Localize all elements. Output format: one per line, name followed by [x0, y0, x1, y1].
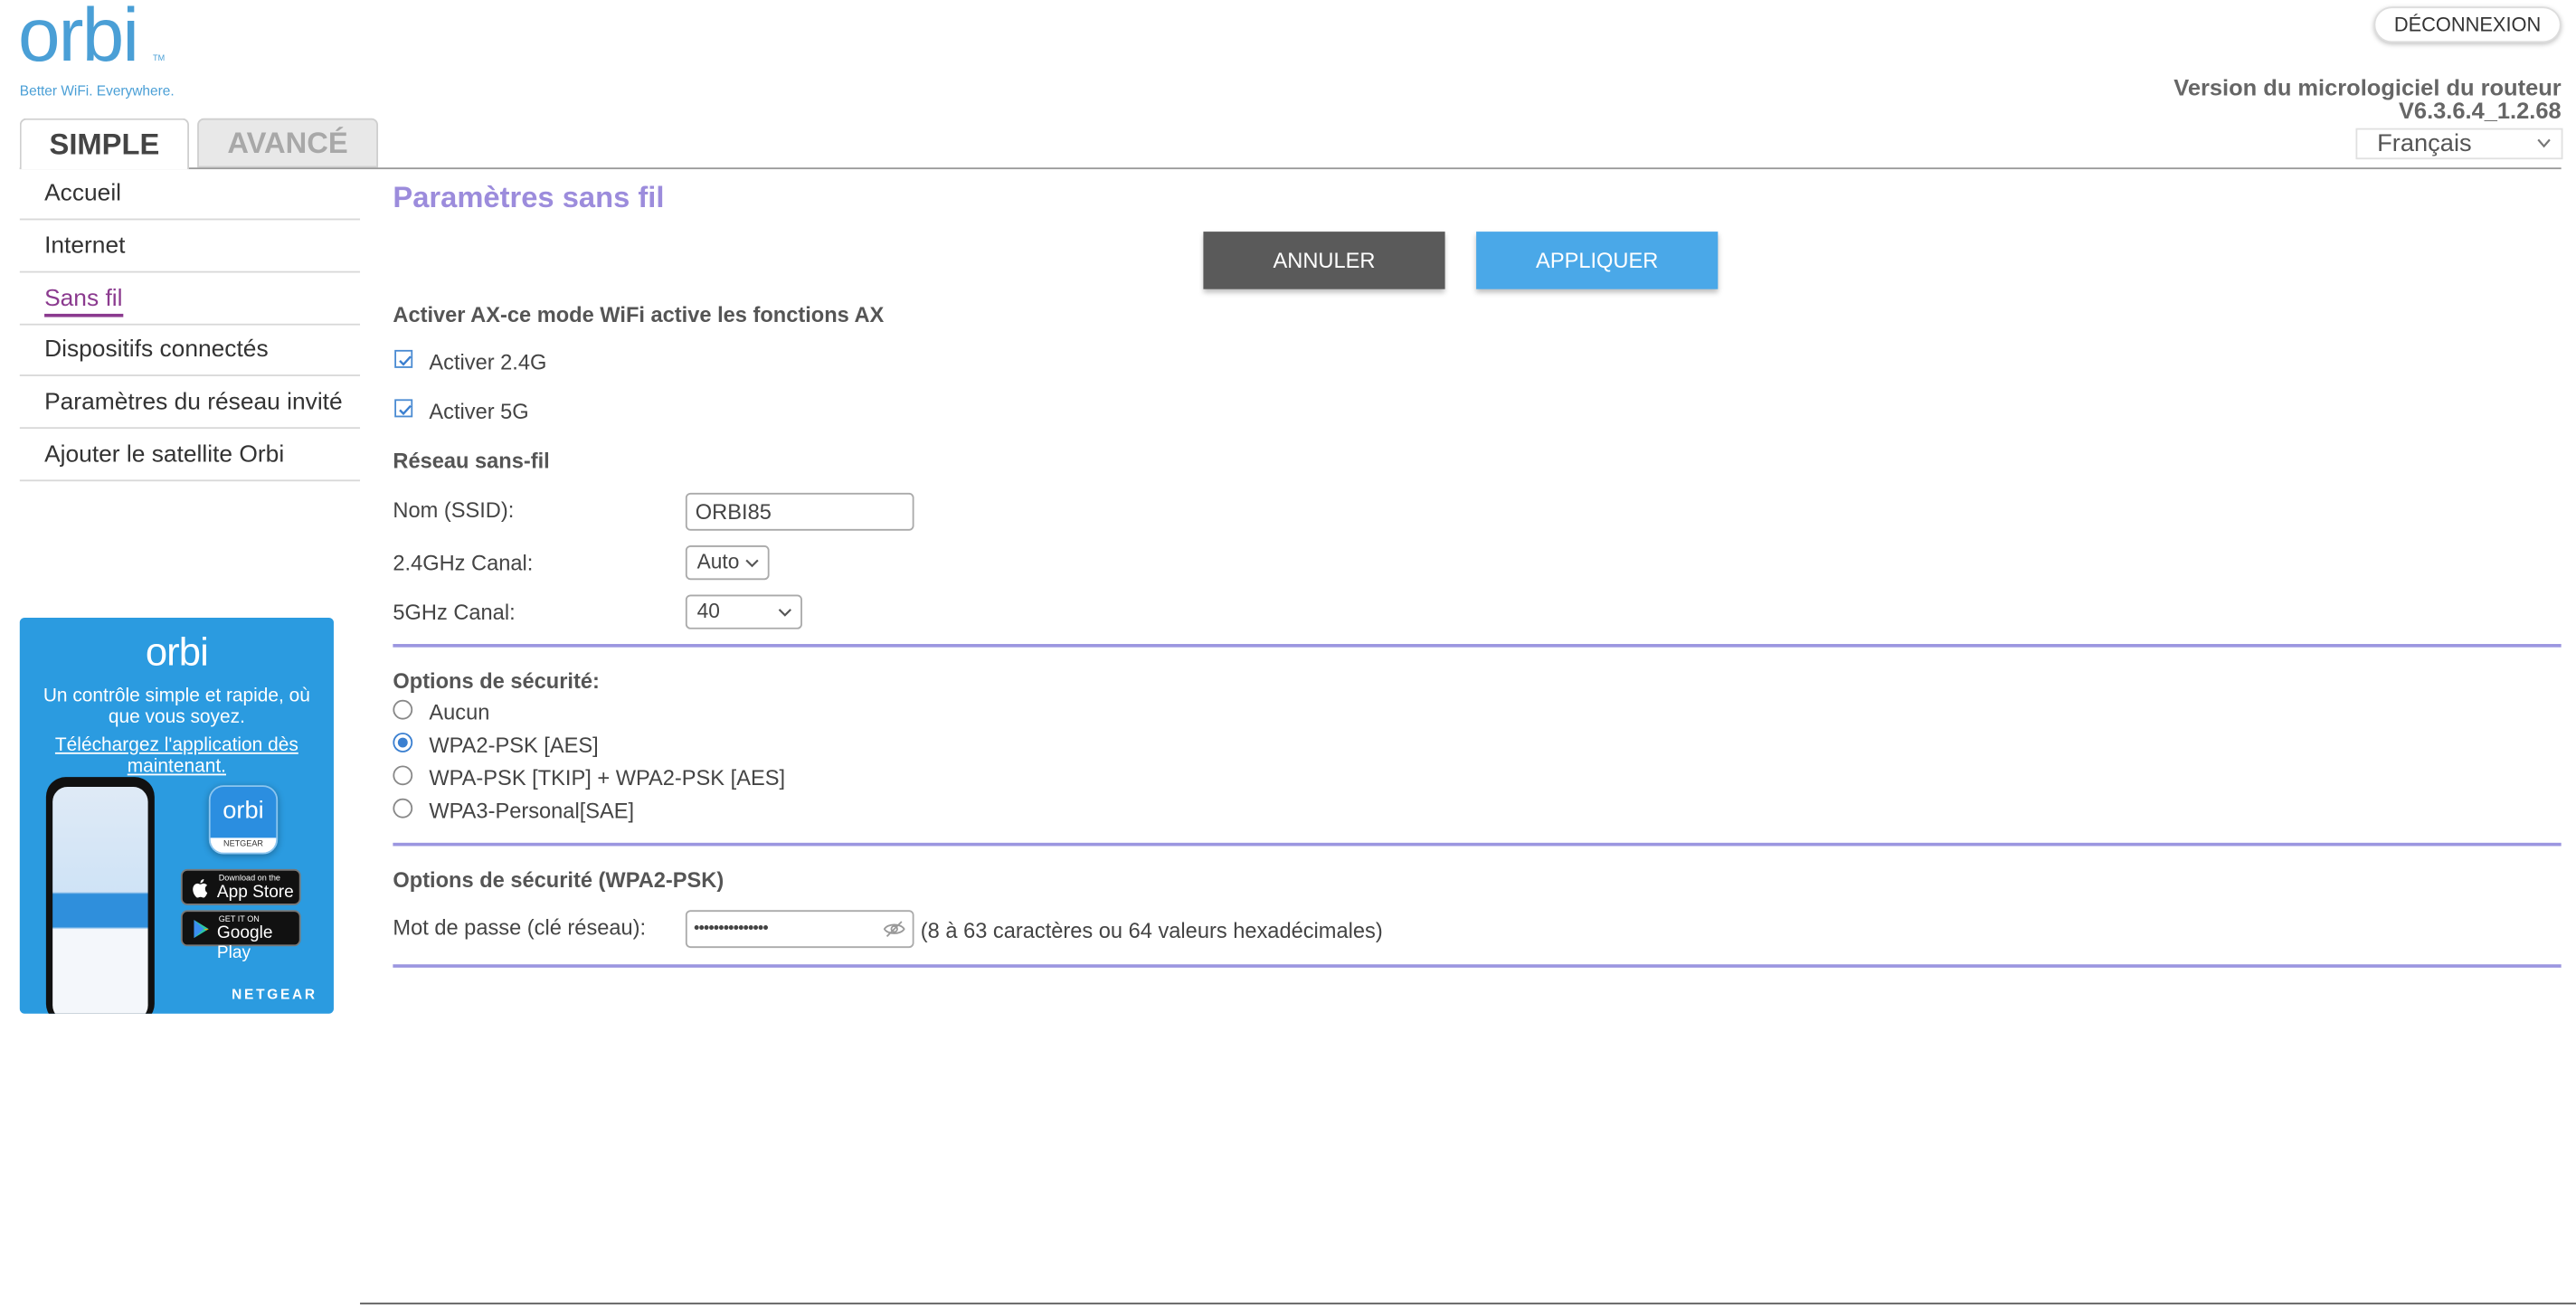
section-divider	[393, 644, 2562, 648]
channel-24g-value: Auto	[696, 550, 740, 573]
chevron-down-icon	[778, 609, 791, 617]
security-radio-wpa3[interactable]	[393, 798, 413, 819]
enable-5g-label: Activer 5G	[429, 399, 529, 424]
google-play-button[interactable]: GET IT ON Google Play	[180, 910, 301, 962]
app-store-button[interactable]: Download on the App Store	[180, 868, 301, 905]
promo-orbi-logo: orbi	[145, 630, 209, 676]
orbi-app-icon: orbi NETGEAR	[208, 785, 279, 855]
password-input[interactable]: •••••••••••••••	[685, 910, 914, 949]
checkmark-icon	[399, 355, 412, 366]
password-hint: (8 à 63 caractères ou 64 valeurs hexadéc…	[920, 918, 1383, 943]
password-value: •••••••••••••••	[693, 920, 769, 939]
section-divider	[393, 964, 2562, 968]
security-option-label: WPA-PSK [TKIP] + WPA2-PSK [AES]	[429, 765, 786, 790]
security-options-heading: Options de sécurité:	[393, 668, 600, 694]
sidebar-item-home[interactable]: Accueil	[19, 169, 361, 221]
phone-screen	[52, 787, 148, 1014]
security-radio-wpa-wpa2[interactable]	[393, 765, 413, 786]
channel-5g-label: 5GHz Canal:	[393, 599, 516, 625]
app-icon-sublabel: NETGEAR	[210, 838, 277, 853]
sidebar-item-connected-devices[interactable]: Dispositifs connectés	[19, 326, 361, 376]
sidebar-item-label: Dispositifs connectés	[44, 336, 269, 364]
phone-illustration	[45, 777, 155, 1014]
enable-24g-label: Activer 2.4G	[429, 349, 547, 375]
tab-simple[interactable]: SIMPLE	[19, 118, 190, 170]
password-label: Mot de passe (clé réseau):	[393, 914, 647, 940]
ssid-label: Nom (SSID):	[393, 497, 515, 523]
language-select[interactable]: Français	[2355, 128, 2563, 160]
firmware-version: V6.3.6.4_1.2.68	[2398, 97, 2562, 124]
security-option-label: WPA2-PSK [AES]	[429, 733, 599, 758]
tab-divider	[19, 167, 2562, 170]
enable-24g-checkbox[interactable]	[394, 349, 413, 368]
eye-slash-icon[interactable]	[883, 920, 905, 938]
app-icon-label: orbi	[223, 796, 264, 825]
app-store-text: App Store	[216, 882, 294, 903]
google-play-icon	[194, 920, 209, 939]
promo-text: Un contrôle simple et rapide, où que vou…	[43, 686, 310, 728]
sidebar-item-add-satellite[interactable]: Ajouter le satellite Orbi	[19, 431, 361, 482]
security-option-label: Aucun	[429, 699, 490, 725]
promo-download-link[interactable]: Téléchargez l'application dès maintenant…	[33, 736, 320, 779]
checkmark-icon	[399, 404, 412, 416]
logout-button[interactable]: DÉCONNEXION	[2373, 6, 2562, 43]
enable-5g-checkbox[interactable]	[394, 399, 413, 418]
app-promo-banner: orbi Un contrôle simple et rapide, où qu…	[19, 617, 334, 1014]
cancel-button[interactable]: ANNULER	[1203, 232, 1445, 289]
sidebar-item-internet[interactable]: Internet	[19, 222, 361, 273]
google-play-text: Google Play	[216, 923, 273, 963]
language-value: Français	[2377, 129, 2472, 158]
ssid-input[interactable]: ORBI85	[685, 492, 914, 531]
sidebar-item-label: Accueil	[44, 180, 122, 207]
logo-tagline: Better WiFi. Everywhere.	[19, 81, 175, 99]
apply-button[interactable]: APPLIQUER	[1476, 232, 1719, 289]
orbi-logo: orbi	[17, 0, 139, 78]
channel-5g-select[interactable]: 40	[685, 594, 802, 629]
wireless-network-heading: Réseau sans-fil	[393, 448, 550, 474]
sidebar-item-guest-network[interactable]: Paramètres du réseau invité	[19, 378, 361, 430]
sidebar-item-label: Ajouter le satellite Orbi	[44, 441, 285, 468]
sidebar-item-wireless[interactable]: Sans fil	[19, 274, 361, 326]
channel-24g-label: 2.4GHz Canal:	[393, 550, 534, 575]
section-divider	[393, 842, 2562, 847]
ax-mode-heading: Activer AX-ce mode WiFi active les fonct…	[393, 302, 885, 327]
tab-advanced[interactable]: AVANCÉ	[197, 118, 379, 168]
security-option-label: WPA3-Personal[SAE]	[429, 798, 635, 824]
channel-5g-value: 40	[696, 599, 720, 623]
chevron-down-icon	[745, 559, 759, 568]
security-radio-wpa2[interactable]	[393, 733, 413, 752]
logo-trademark: TM	[153, 53, 166, 64]
apple-icon	[193, 878, 208, 898]
sidebar-item-label: Paramètres du réseau invité	[44, 389, 343, 416]
netgear-brand: NETGEAR	[232, 985, 317, 1003]
sidebar-item-label: Sans fil	[44, 286, 123, 317]
page-title: Paramètres sans fil	[393, 180, 665, 214]
security-radio-none[interactable]	[393, 699, 413, 720]
chevron-down-icon	[2537, 138, 2551, 148]
footer-divider	[360, 1302, 2576, 1305]
sidebar-item-label: Internet	[44, 232, 126, 260]
channel-24g-select[interactable]: Auto	[685, 545, 770, 581]
wpa2-options-heading: Options de sécurité (WPA2-PSK)	[393, 867, 724, 893]
